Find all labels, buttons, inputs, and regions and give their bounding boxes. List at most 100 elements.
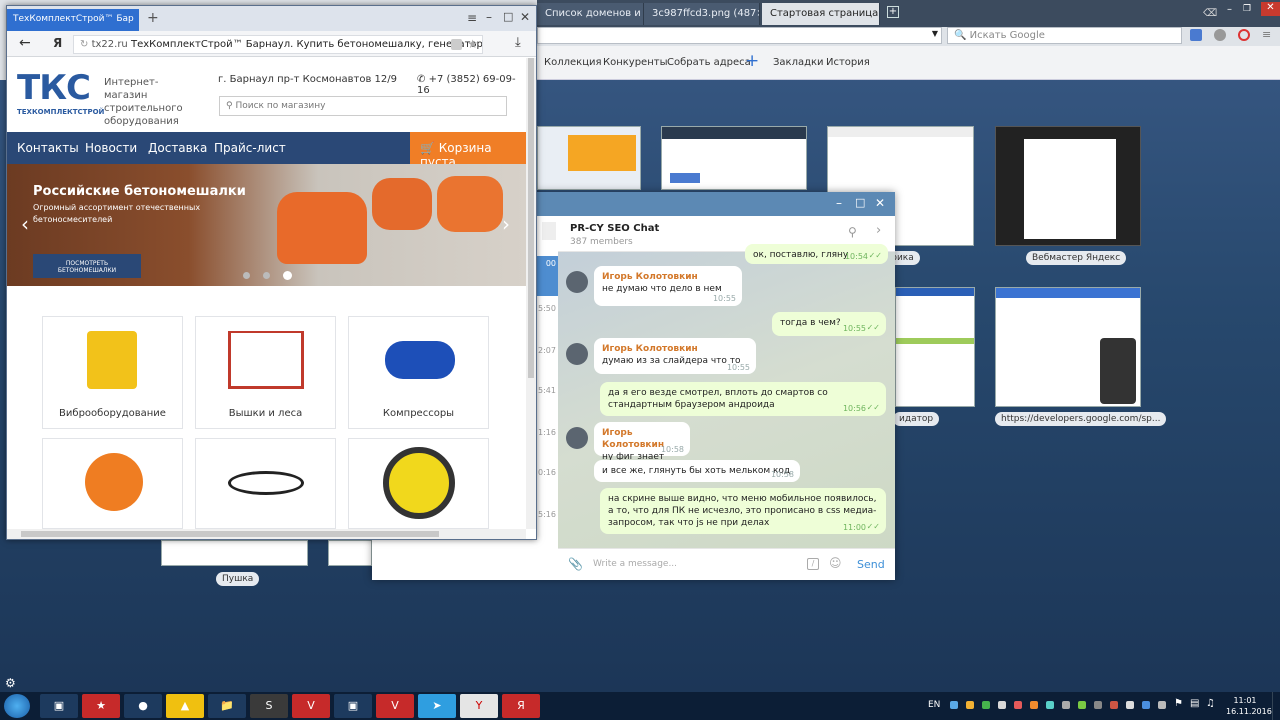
- category-mixers[interactable]: [42, 438, 183, 529]
- speed-dial-tile-6[interactable]: [328, 540, 372, 566]
- tg-maximize-icon[interactable]: □: [855, 196, 865, 209]
- slider-cta-button[interactable]: ПОСМОТРЕТЬ БЕТОНОМЕШАЛКИ: [33, 254, 141, 278]
- restore-icon[interactable]: ❐: [1243, 4, 1251, 14]
- speed-dial-tile-2[interactable]: [661, 126, 807, 190]
- tab-tx22[interactable]: ТехКомплектСтрой™ Бар: [7, 9, 139, 31]
- nav-contacts[interactable]: Контакты: [17, 141, 79, 155]
- emoji-icon[interactable]: ☺: [829, 556, 842, 570]
- star-icon[interactable]: ★: [467, 37, 478, 51]
- tg-message-input[interactable]: Write a message...: [593, 559, 677, 569]
- front-address-bar[interactable]: ↻ tx22.ru ТехКомплектСтрой™ Барнаул. Куп…: [73, 35, 483, 54]
- taskbar-app-1[interactable]: ▣: [40, 694, 78, 718]
- tray-icon[interactable]: [982, 701, 990, 709]
- vertical-scrollbar[interactable]: [526, 58, 536, 529]
- taskbar-sublime-icon[interactable]: S: [250, 694, 288, 718]
- category-vibro[interactable]: Виброоборудование: [42, 316, 183, 429]
- close-icon[interactable]: ✕: [520, 10, 530, 24]
- avatar[interactable]: [566, 271, 588, 293]
- extension-icon[interactable]: [1214, 29, 1226, 41]
- taskbar-app-3[interactable]: ●: [124, 694, 162, 718]
- tg-minimize-icon[interactable]: –: [836, 196, 842, 210]
- taskbar-vivaldi-icon[interactable]: V: [292, 694, 330, 718]
- speed-dial-tile-pagespeed[interactable]: [995, 287, 1141, 407]
- taskbar-telegram-icon[interactable]: ➤: [418, 694, 456, 718]
- taskbar-explorer-icon[interactable]: 📁: [208, 694, 246, 718]
- horizontal-scrollbar[interactable]: [7, 529, 526, 539]
- bg-address-bar[interactable]: ▼: [537, 27, 942, 44]
- taskbar-app-8[interactable]: ▣: [334, 694, 372, 718]
- site-search-input[interactable]: ⚲ Поиск по магазину: [219, 96, 507, 116]
- bg-tab-image[interactable]: 3c987ffcd3.png (487×184): [644, 3, 760, 25]
- category-vibrators[interactable]: [195, 438, 336, 529]
- bg-tab-domains[interactable]: Список доменов и их усл: [537, 3, 644, 25]
- new-tab-icon[interactable]: +: [147, 10, 159, 26]
- tg-search-icon[interactable]: ⚲: [848, 225, 857, 239]
- language-indicator[interactable]: EN: [928, 700, 940, 710]
- back-arrow-icon[interactable]: ←: [19, 35, 31, 51]
- speed-dial-tile-validator[interactable]: [895, 287, 975, 407]
- tray-icon[interactable]: [1030, 701, 1038, 709]
- bg-search-input[interactable]: 🔍 Искать Google: [947, 27, 1182, 44]
- maximize-icon[interactable]: □: [503, 10, 513, 23]
- tray-icon[interactable]: [1014, 701, 1022, 709]
- clock[interactable]: 11:01 16.11.2016: [1226, 695, 1272, 717]
- nav-price-list[interactable]: Прайс-лист: [214, 141, 286, 155]
- taskbar-vivaldi-icon[interactable]: V: [376, 694, 414, 718]
- menu-icon[interactable]: ≡: [467, 11, 477, 25]
- avatar[interactable]: [566, 343, 588, 365]
- bg-tab-start-page[interactable]: Стартовая страница: [762, 3, 880, 25]
- new-tab-icon[interactable]: +: [887, 6, 899, 18]
- slider-next-icon[interactable]: ›: [502, 212, 510, 236]
- tray-icon[interactable]: [1078, 701, 1086, 709]
- taskbar-app-2[interactable]: ★: [82, 694, 120, 718]
- slider-dot[interactable]: [243, 272, 250, 279]
- taskbar-yandex-browser-icon[interactable]: Y: [460, 694, 498, 718]
- tg-active-dialog-time[interactable]: 00: [536, 256, 558, 296]
- show-desktop-button[interactable]: [1272, 692, 1280, 720]
- add-bookmark-icon[interactable]: +: [745, 51, 759, 71]
- minimize-icon[interactable]: –: [1227, 4, 1232, 15]
- bookmark-competitors[interactable]: Конкуренты: [603, 57, 667, 68]
- sync-icon[interactable]: [1238, 29, 1250, 41]
- speed-dial-tile-1[interactable]: [537, 126, 641, 190]
- menu-icon[interactable]: ≡: [1262, 28, 1271, 41]
- nav-news[interactable]: Новости: [85, 141, 137, 155]
- category-scaffolding[interactable]: Вышки и леса: [195, 316, 336, 429]
- bookmark-bookmarks[interactable]: Закладки: [773, 57, 824, 68]
- bookmark-collect-addresses[interactable]: Собрать адреса: [667, 57, 751, 68]
- category-heaters[interactable]: [348, 438, 489, 529]
- tray-icon[interactable]: [950, 701, 958, 709]
- avatar[interactable]: [566, 427, 588, 449]
- nav-delivery[interactable]: Доставка: [148, 141, 207, 155]
- send-button[interactable]: Send: [857, 558, 885, 571]
- attach-icon[interactable]: 📎: [568, 557, 583, 571]
- network-icon[interactable]: ▤: [1190, 698, 1199, 709]
- site-logo[interactable]: ТКС: [17, 68, 91, 108]
- translate-icon[interactable]: [1190, 29, 1202, 41]
- bookmark-history[interactable]: История: [826, 57, 870, 68]
- minimize-icon[interactable]: –: [486, 10, 492, 24]
- tray-icon[interactable]: [1126, 701, 1134, 709]
- tray-icon[interactable]: [1110, 701, 1118, 709]
- tray-icon[interactable]: [1062, 701, 1070, 709]
- bookmark-collection[interactable]: Коллекция: [544, 57, 602, 68]
- reload-icon[interactable]: ↻: [80, 39, 88, 50]
- taskbar-app-4[interactable]: ▲: [166, 694, 204, 718]
- extension-icon[interactable]: [451, 39, 462, 50]
- start-button[interactable]: [4, 694, 30, 718]
- speed-dial-tile-pushka[interactable]: [161, 540, 308, 566]
- tray-icon[interactable]: [966, 701, 974, 709]
- slider-prev-icon[interactable]: ‹: [21, 212, 29, 236]
- settings-gear-icon[interactable]: ⚙: [5, 676, 16, 690]
- tray-icon[interactable]: [1046, 701, 1054, 709]
- slider-dot-active[interactable]: [283, 271, 292, 280]
- bot-command-icon[interactable]: /: [807, 558, 819, 570]
- volume-icon[interactable]: ♫: [1206, 698, 1215, 709]
- tray-icon[interactable]: [1094, 701, 1102, 709]
- category-compressors[interactable]: Компрессоры: [348, 316, 489, 429]
- tray-icon[interactable]: [998, 701, 1006, 709]
- trash-icon[interactable]: ⌫: [1203, 8, 1217, 19]
- tray-icon[interactable]: [1158, 701, 1166, 709]
- close-icon[interactable]: ✕: [1261, 2, 1280, 16]
- tg-edit-icon[interactable]: [542, 222, 556, 240]
